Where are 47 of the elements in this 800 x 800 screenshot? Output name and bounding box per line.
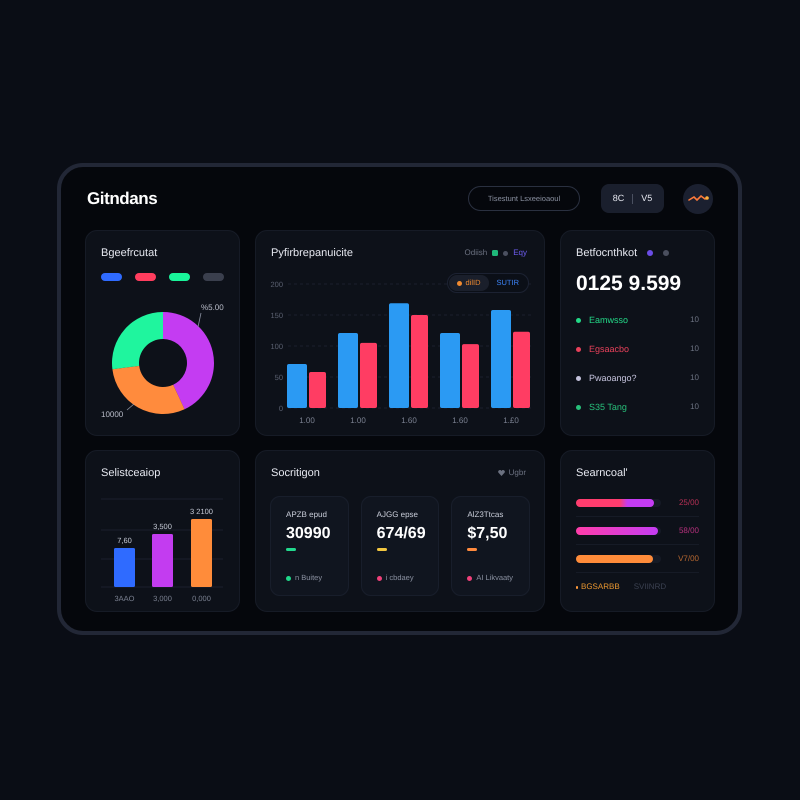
list-item-label: Pwaoango? (589, 374, 637, 382)
axis-label: 1.00 (299, 416, 315, 425)
total-value: 0125 9.599 (576, 271, 682, 297)
stat-label: AlZ3Ttcas (467, 509, 504, 520)
list-item-value: 10 (690, 374, 699, 382)
chart-bar (462, 344, 479, 408)
chart-bar (287, 364, 307, 408)
chart-label: %5.00 (201, 303, 224, 312)
axis-label: 1.60 (401, 416, 417, 425)
axis-label: 1.60 (452, 416, 468, 425)
card-title: Betfocnthkot (576, 246, 638, 260)
progress-reading: 25/00 (678, 498, 699, 506)
list-item-value: 10 (690, 403, 699, 411)
list-item-label: Egsaacbo (589, 344, 630, 354)
stat-label: AJGG epse (376, 509, 420, 520)
leader-line (126, 404, 134, 410)
stat-label: APZB epud (286, 509, 328, 520)
card-title: Socritigon (271, 466, 320, 480)
header-note: Ugbr (508, 469, 526, 477)
card-title: Searncoal' (576, 466, 629, 480)
card-title: Selistceaiop (101, 466, 162, 480)
progress-reading: V7/00 (678, 554, 699, 562)
list-item-label: S35 Tang (589, 402, 627, 412)
list-item-label: Eamwsso (589, 316, 628, 324)
legend-label: Eqy (513, 249, 527, 257)
chart-bar (309, 372, 326, 408)
chart-label: 10000 (101, 410, 124, 419)
card-title: Pyfirbrepanuicite (271, 246, 353, 260)
stat-value: 674/69 (376, 524, 427, 544)
toggle-option[interactable]: V5 (641, 194, 652, 203)
stat-value: $7,50 (467, 524, 508, 544)
stat-value: 30990 (286, 524, 332, 544)
progress-reading: 58/00 (678, 526, 699, 534)
card-title: Bgeefrcutat (101, 246, 158, 260)
app-logo: Gitndans (87, 188, 158, 210)
tick-mark-icon (576, 586, 578, 588)
axis-label: 1.£0 (503, 416, 519, 425)
axis-label: 1.00 (350, 416, 366, 425)
avatar-icon[interactable] (683, 184, 713, 214)
list-item-value: 10 (690, 345, 699, 353)
toggle-option[interactable]: 8C (612, 194, 624, 203)
leader-line (198, 312, 202, 328)
legend-label: Odiish (464, 249, 488, 257)
heart-icon (498, 470, 505, 476)
chart-bar (360, 342, 377, 408)
tag-text: BGSARBB (581, 583, 620, 591)
list-item-value: 10 (690, 316, 699, 324)
